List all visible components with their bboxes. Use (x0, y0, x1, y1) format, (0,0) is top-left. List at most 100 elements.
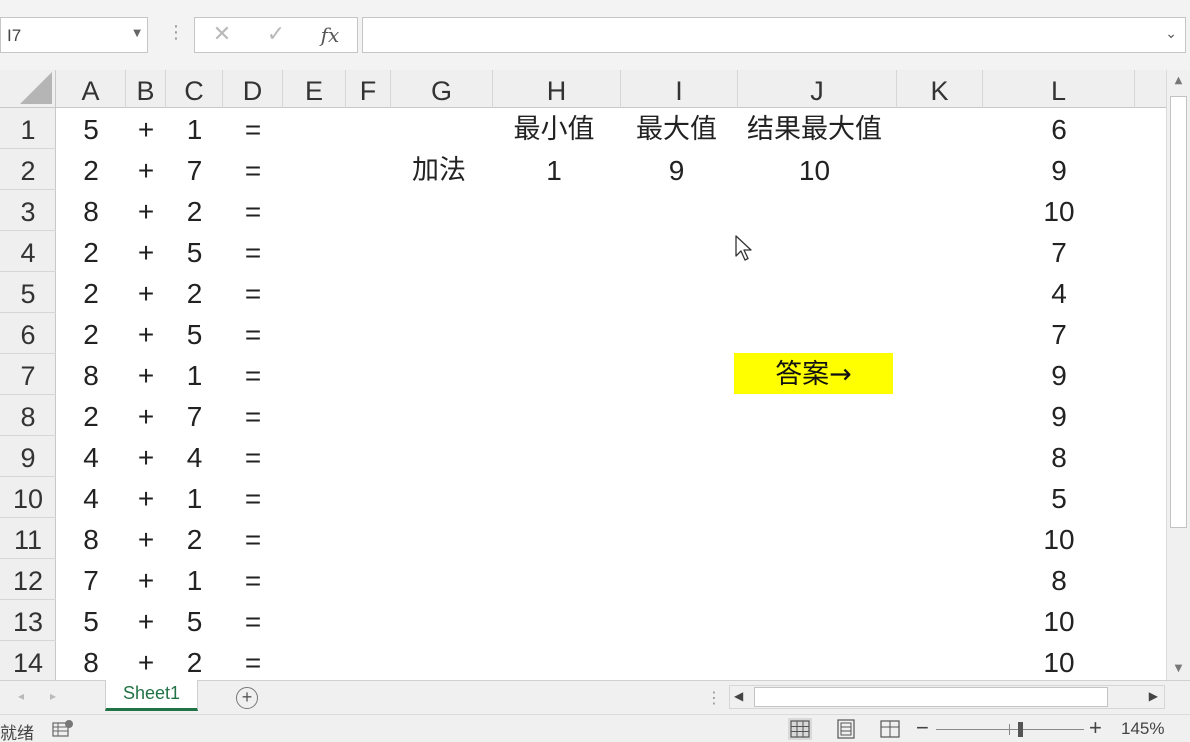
name-box[interactable]: I7 ▼ (0, 17, 148, 53)
cell-d-equals[interactable]: = (223, 149, 283, 190)
cell-d-equals[interactable]: = (223, 272, 283, 313)
cell-a[interactable]: 8 (56, 641, 126, 680)
row-header-1[interactable]: 1 (0, 108, 56, 149)
cell-a[interactable]: 5 (56, 108, 126, 149)
cell-area[interactable]: 最小值 最大值 结果最大值 加法 1 9 10 答案→ 5 +1 = 6 2 +7 = 9 8 +… (56, 108, 1166, 680)
cell-d-equals[interactable]: = (223, 395, 283, 436)
row-header-8[interactable]: 8 (0, 395, 56, 436)
cell-b-operator[interactable]: + (126, 477, 166, 518)
cell-a[interactable]: 8 (56, 190, 126, 231)
row-header-4[interactable]: 4 (0, 231, 56, 272)
cell-b-operator[interactable]: + (126, 518, 166, 559)
answer-button[interactable]: 答案→ (734, 353, 893, 394)
scroll-right-icon[interactable]: ▶ (1149, 689, 1158, 703)
column-header-d[interactable]: D (223, 70, 283, 108)
cell-b-operator[interactable]: + (126, 149, 166, 190)
cell-a[interactable]: 7 (56, 559, 126, 600)
cell-d-equals[interactable]: = (223, 559, 283, 600)
row-header-12[interactable]: 12 (0, 559, 56, 600)
column-header-g[interactable]: G (391, 70, 493, 108)
row-header-6[interactable]: 6 (0, 313, 56, 354)
cell-c[interactable]: 1 (166, 477, 223, 518)
formula-bar-resize-handle[interactable]: ⋮ (167, 24, 185, 42)
cell-b-operator[interactable]: + (126, 395, 166, 436)
row-header-10[interactable]: 10 (0, 477, 56, 518)
scroll-up-icon[interactable]: ▲ (1167, 70, 1190, 92)
cell-j2-result-max-value[interactable]: 10 (735, 149, 894, 190)
column-header-i[interactable]: I (621, 70, 738, 108)
row-header-13[interactable]: 13 (0, 600, 56, 641)
cell-c[interactable]: 2 (166, 190, 223, 231)
expand-formula-icon[interactable]: ⌄ (1165, 26, 1177, 42)
select-all-button[interactable] (0, 70, 56, 108)
cell-d-equals[interactable]: = (223, 641, 283, 680)
cell-d-equals[interactable]: = (223, 354, 283, 395)
row-header-2[interactable]: 2 (0, 149, 56, 190)
column-header-l[interactable]: L (983, 70, 1135, 108)
scroll-left-icon[interactable]: ◀ (734, 689, 743, 703)
cell-d-equals[interactable]: = (223, 231, 283, 272)
prev-sheet-icon[interactable]: ◂ (18, 689, 24, 703)
cell-a[interactable]: 8 (56, 354, 126, 395)
column-header-j[interactable]: J (738, 70, 897, 108)
cell-a[interactable]: 8 (56, 518, 126, 559)
horizontal-scrollbar[interactable]: ◀ ▶ (729, 685, 1165, 709)
cell-c[interactable]: 7 (166, 395, 223, 436)
row-header-7[interactable]: 7 (0, 354, 56, 395)
cell-b-operator[interactable]: + (126, 559, 166, 600)
cell-l-answer[interactable]: 6 (983, 108, 1135, 149)
tab-split-handle[interactable]: ⋮ (706, 688, 722, 707)
normal-view-icon[interactable] (788, 718, 812, 740)
cell-a[interactable]: 2 (56, 272, 126, 313)
formula-input[interactable]: ⌄ (362, 17, 1186, 53)
cell-l-answer[interactable]: 10 (983, 600, 1135, 641)
cell-a[interactable]: 4 (56, 477, 126, 518)
cell-d-equals[interactable]: = (223, 600, 283, 641)
row-header-3[interactable]: 3 (0, 190, 56, 231)
vertical-scrollbar[interactable]: ▲ ▼ (1166, 70, 1190, 680)
zoom-slider[interactable] (936, 729, 1084, 730)
column-header-c[interactable]: C (166, 70, 223, 108)
cell-c[interactable]: 5 (166, 313, 223, 354)
row-header-11[interactable]: 11 (0, 518, 56, 559)
horizontal-scroll-thumb[interactable] (754, 687, 1108, 707)
cell-b-operator[interactable]: + (126, 641, 166, 680)
cell-a[interactable]: 5 (56, 600, 126, 641)
column-header-b[interactable]: B (126, 70, 166, 108)
cell-g2-operation[interactable]: 加法 (388, 149, 490, 190)
cell-c[interactable]: 1 (166, 108, 223, 149)
cell-h1-min-label[interactable]: 最小值 (490, 108, 618, 149)
sheet-tab-sheet1[interactable]: Sheet1 (105, 680, 198, 711)
cell-c[interactable]: 1 (166, 559, 223, 600)
column-header-f[interactable]: F (346, 70, 391, 108)
cell-i2-max-value[interactable]: 9 (618, 149, 735, 190)
cell-b-operator[interactable]: + (126, 190, 166, 231)
cell-l-answer[interactable]: 9 (983, 149, 1135, 190)
cell-d-equals[interactable]: = (223, 190, 283, 231)
cell-c[interactable]: 4 (166, 436, 223, 477)
cell-d-equals[interactable]: = (223, 477, 283, 518)
zoom-level[interactable]: 145% (1121, 719, 1164, 739)
chevron-down-icon[interactable]: ▼ (133, 28, 141, 39)
cell-c[interactable]: 7 (166, 149, 223, 190)
column-header-e[interactable]: E (283, 70, 346, 108)
row-header-5[interactable]: 5 (0, 272, 56, 313)
cell-b-operator[interactable]: + (126, 313, 166, 354)
cell-b-operator[interactable]: + (126, 600, 166, 641)
cell-l-answer[interactable]: 5 (983, 477, 1135, 518)
cell-l-answer[interactable]: 10 (983, 190, 1135, 231)
row-header-9[interactable]: 9 (0, 436, 56, 477)
cell-l-answer[interactable]: 9 (983, 354, 1135, 395)
cell-d-equals[interactable]: = (223, 108, 283, 149)
cell-c[interactable]: 2 (166, 518, 223, 559)
cell-b-operator[interactable]: + (126, 231, 166, 272)
cell-c[interactable]: 5 (166, 600, 223, 641)
zoom-out-button[interactable]: − (916, 715, 929, 741)
next-sheet-icon[interactable]: ▸ (50, 689, 56, 703)
cell-b-operator[interactable]: + (126, 272, 166, 313)
cell-l-answer[interactable]: 7 (983, 313, 1135, 354)
add-sheet-icon[interactable]: + (236, 687, 258, 709)
cell-b-operator[interactable]: + (126, 436, 166, 477)
cell-a[interactable]: 2 (56, 149, 126, 190)
cell-b-operator[interactable]: + (126, 354, 166, 395)
